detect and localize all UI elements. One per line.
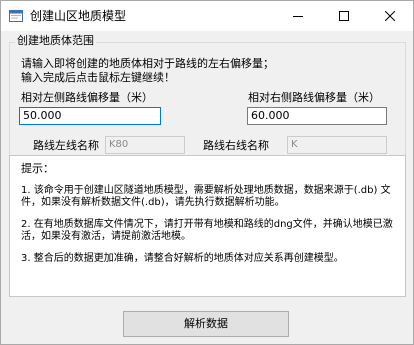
tip-1-line-2: 件，如果没有解析数据文件(.db)，请先执行数据解析功能。 xyxy=(21,197,285,208)
title-bar: 创建山区地质模型 xyxy=(1,1,413,31)
window-title: 创建山区地质模型 xyxy=(30,9,127,23)
left-route-name-label: 路线左线名称 xyxy=(33,139,99,152)
close-icon xyxy=(385,11,395,21)
instruction-line-2: 输入完成后点击鼠标左键继续！ xyxy=(21,71,175,84)
tip-3-line-1: 3. 整合后的数据更加准确，请整合好解析的地质体对应关系再创建模型。 xyxy=(21,253,344,264)
dialog-window: 创建山区地质模型 创建地质体范围 请输入即将创建的地质体相对于路线的左右偏移量；… xyxy=(0,0,414,345)
tip-2-line-1: 2. 在有地质数据库文件情况下，请打开带有地模和路线的dng文件，并确认地模已激 xyxy=(21,219,393,230)
right-route-name-field: K xyxy=(287,136,387,154)
parse-data-button[interactable]: 解析数据 xyxy=(123,311,289,337)
right-offset-label: 相对右侧路线偏移量（米） xyxy=(248,91,380,104)
maximize-icon xyxy=(339,11,349,21)
instruction-line-1: 请输入即将创建的地质体相对于路线的左右偏移量； xyxy=(21,57,274,70)
tips-textbox[interactable]: 提示： 1. 该命令用于创建山区隧道地质模型，需要解析处理地质数据，数据来源于(… xyxy=(9,155,406,297)
groupbox-title: 创建地质体范围 xyxy=(15,34,96,48)
minimize-button[interactable] xyxy=(275,1,321,31)
tips-heading: 提示： xyxy=(21,162,54,175)
tip-1-line-1: 1. 该命令用于创建山区隧道地质模型，需要解析处理地质数据，数据来源于(.db)… xyxy=(21,185,391,196)
maximize-button[interactable] xyxy=(321,1,367,31)
right-offset-input[interactable]: 60.000 xyxy=(247,107,387,125)
left-offset-label: 相对左侧路线偏移量（米） xyxy=(21,91,153,104)
right-route-name-label: 路线右线名称 xyxy=(203,139,269,152)
app-form-icon xyxy=(8,8,24,24)
left-route-name-field: K80 xyxy=(105,136,185,154)
close-button[interactable] xyxy=(367,1,413,31)
left-offset-input[interactable]: 50.000 xyxy=(19,107,161,125)
minimize-icon xyxy=(293,16,303,17)
tip-2-line-2: 活，如果没有激活，请提前激活地模。 xyxy=(21,231,191,242)
